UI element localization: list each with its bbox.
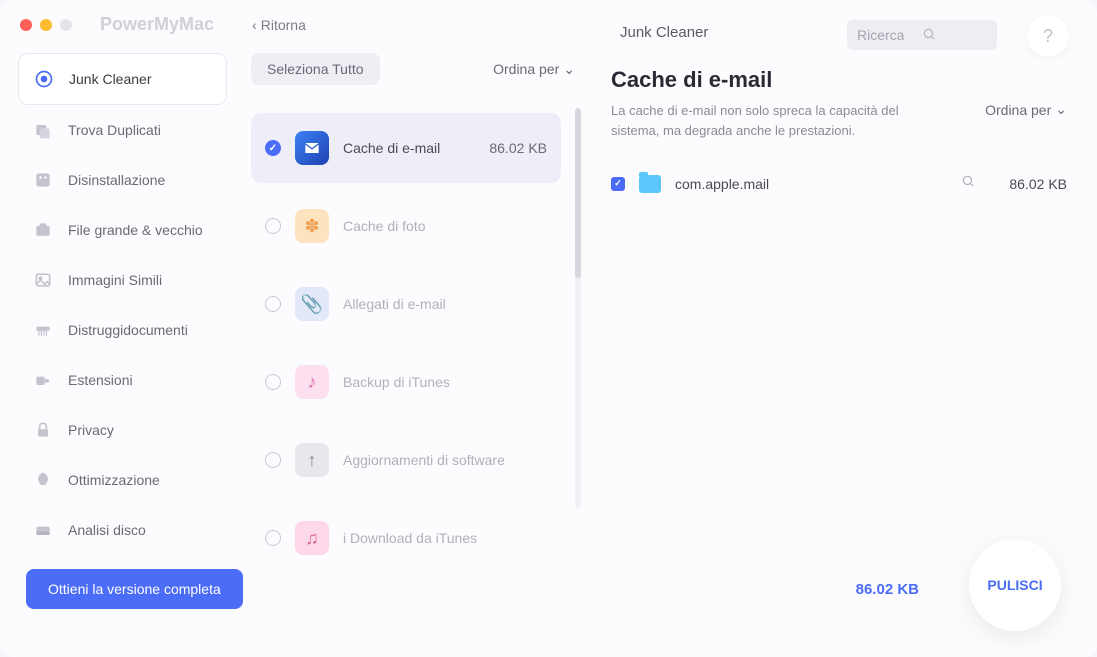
rocket-icon (32, 469, 54, 491)
sidebar-item-extensions[interactable]: Estensioni (18, 355, 227, 405)
file-name: com.apple.mail (675, 176, 947, 192)
help-button[interactable]: ? (1027, 15, 1069, 57)
checkbox-icon[interactable] (265, 296, 281, 312)
duplicates-icon (32, 119, 54, 141)
photo-icon: ✽ (295, 209, 329, 243)
help-icon: ? (1043, 26, 1053, 47)
category-label: Cache di foto (343, 218, 547, 234)
checkbox-icon[interactable] (265, 218, 281, 234)
category-email-cache[interactable]: Cache di e-mail 86.02 KB (251, 113, 561, 183)
category-label: Allegati di e-mail (343, 296, 547, 312)
sidebar-item-junk-cleaner[interactable]: Junk Cleaner (18, 53, 227, 105)
app-title: PowerMyMac (100, 14, 214, 35)
chevron-down-icon: ⌄ (1055, 101, 1067, 118)
category-itunes-backup[interactable]: ♪ Backup di iTunes (251, 347, 561, 417)
file-size: 86.02 KB (1009, 176, 1067, 192)
sidebar-item-shredder[interactable]: Distruggidocumenti (18, 305, 227, 355)
sort-label: Ordina per (493, 61, 559, 77)
total-size: 86.02 KB (856, 581, 919, 598)
lock-icon (32, 419, 54, 441)
page-title: Junk Cleaner (620, 24, 708, 41)
magnify-icon[interactable] (961, 174, 975, 193)
category-label: Backup di iTunes (343, 374, 547, 390)
sidebar-item-label: Estensioni (68, 372, 133, 388)
uninstall-icon (32, 169, 54, 191)
scrollbar-thumb[interactable] (575, 108, 581, 278)
sidebar-item-label: Ottimizzazione (68, 472, 160, 488)
sort-label: Ordina per (985, 102, 1051, 118)
sidebar-item-uninstall[interactable]: Disinstallazione (18, 155, 227, 205)
sidebar-item-label: Privacy (68, 422, 114, 438)
back-button[interactable]: ‹ Ritorna (252, 17, 306, 33)
chevron-left-icon: ‹ (252, 17, 257, 33)
sidebar-item-label: Junk Cleaner (69, 71, 152, 87)
cleaner-icon (33, 68, 55, 90)
category-label: Aggiornamenti di software (343, 452, 547, 468)
category-photo-cache[interactable]: ✽ Cache di foto (251, 191, 561, 261)
sidebar-item-privacy[interactable]: Privacy (18, 405, 227, 455)
search-placeholder: Ricerca (857, 27, 922, 43)
mail-icon (295, 131, 329, 165)
maximize-window-icon[interactable] (60, 19, 72, 31)
minimize-window-icon[interactable] (40, 19, 52, 31)
sidebar-item-label: Disinstallazione (68, 172, 165, 188)
update-icon: ↑ (295, 443, 329, 477)
category-software-updates[interactable]: ↑ Aggiornamenti di software (251, 425, 561, 495)
shredder-icon (32, 319, 54, 341)
detail-sort-dropdown[interactable]: Ordina per ⌄ (985, 101, 1067, 118)
sidebar-item-optimization[interactable]: Ottimizzazione (18, 455, 227, 505)
detail-description: La cache di e-mail non solo spreca la ca… (611, 101, 931, 140)
close-window-icon[interactable] (20, 19, 32, 31)
upgrade-button[interactable]: Ottieni la versione completa (26, 569, 243, 609)
search-input[interactable]: Ricerca (847, 20, 997, 50)
search-icon (922, 27, 987, 44)
window-controls[interactable] (20, 19, 72, 31)
back-label: Ritorna (261, 17, 306, 33)
sidebar-item-label: Immagini Simili (68, 272, 162, 288)
image-icon (32, 269, 54, 291)
attachment-icon: 📎 (295, 287, 329, 321)
category-label: Cache di e-mail (343, 140, 475, 156)
sidebar-item-label: Trova Duplicati (68, 122, 161, 138)
category-size: 86.02 KB (489, 140, 547, 156)
checkbox-icon[interactable] (611, 177, 625, 191)
sidebar-item-label: Distruggidocumenti (68, 322, 188, 338)
detail-title: Cache di e-mail (611, 67, 1067, 93)
itunes-icon: ♪ (295, 365, 329, 399)
large-file-icon (32, 219, 54, 241)
folder-icon (639, 175, 661, 193)
sidebar-item-large-old[interactable]: File grande & vecchio (18, 205, 227, 255)
select-all-button[interactable]: Seleziona Tutto (251, 53, 380, 85)
checkbox-icon[interactable] (265, 140, 281, 156)
file-row[interactable]: com.apple.mail 86.02 KB (611, 164, 1067, 203)
checkbox-icon[interactable] (265, 452, 281, 468)
scrollbar[interactable] (575, 108, 581, 508)
sidebar-item-label: File grande & vecchio (68, 222, 203, 238)
sort-by-dropdown[interactable]: Ordina per ⌄ (493, 61, 575, 78)
sidebar-item-duplicates[interactable]: Trova Duplicati (18, 105, 227, 155)
checkbox-icon[interactable] (265, 374, 281, 390)
sidebar-item-similar-images[interactable]: Immagini Simili (18, 255, 227, 305)
chevron-down-icon: ⌄ (563, 61, 575, 78)
category-email-attachments[interactable]: 📎 Allegati di e-mail (251, 269, 561, 339)
clean-button[interactable]: PULISCI (969, 539, 1061, 631)
extension-icon (32, 369, 54, 391)
